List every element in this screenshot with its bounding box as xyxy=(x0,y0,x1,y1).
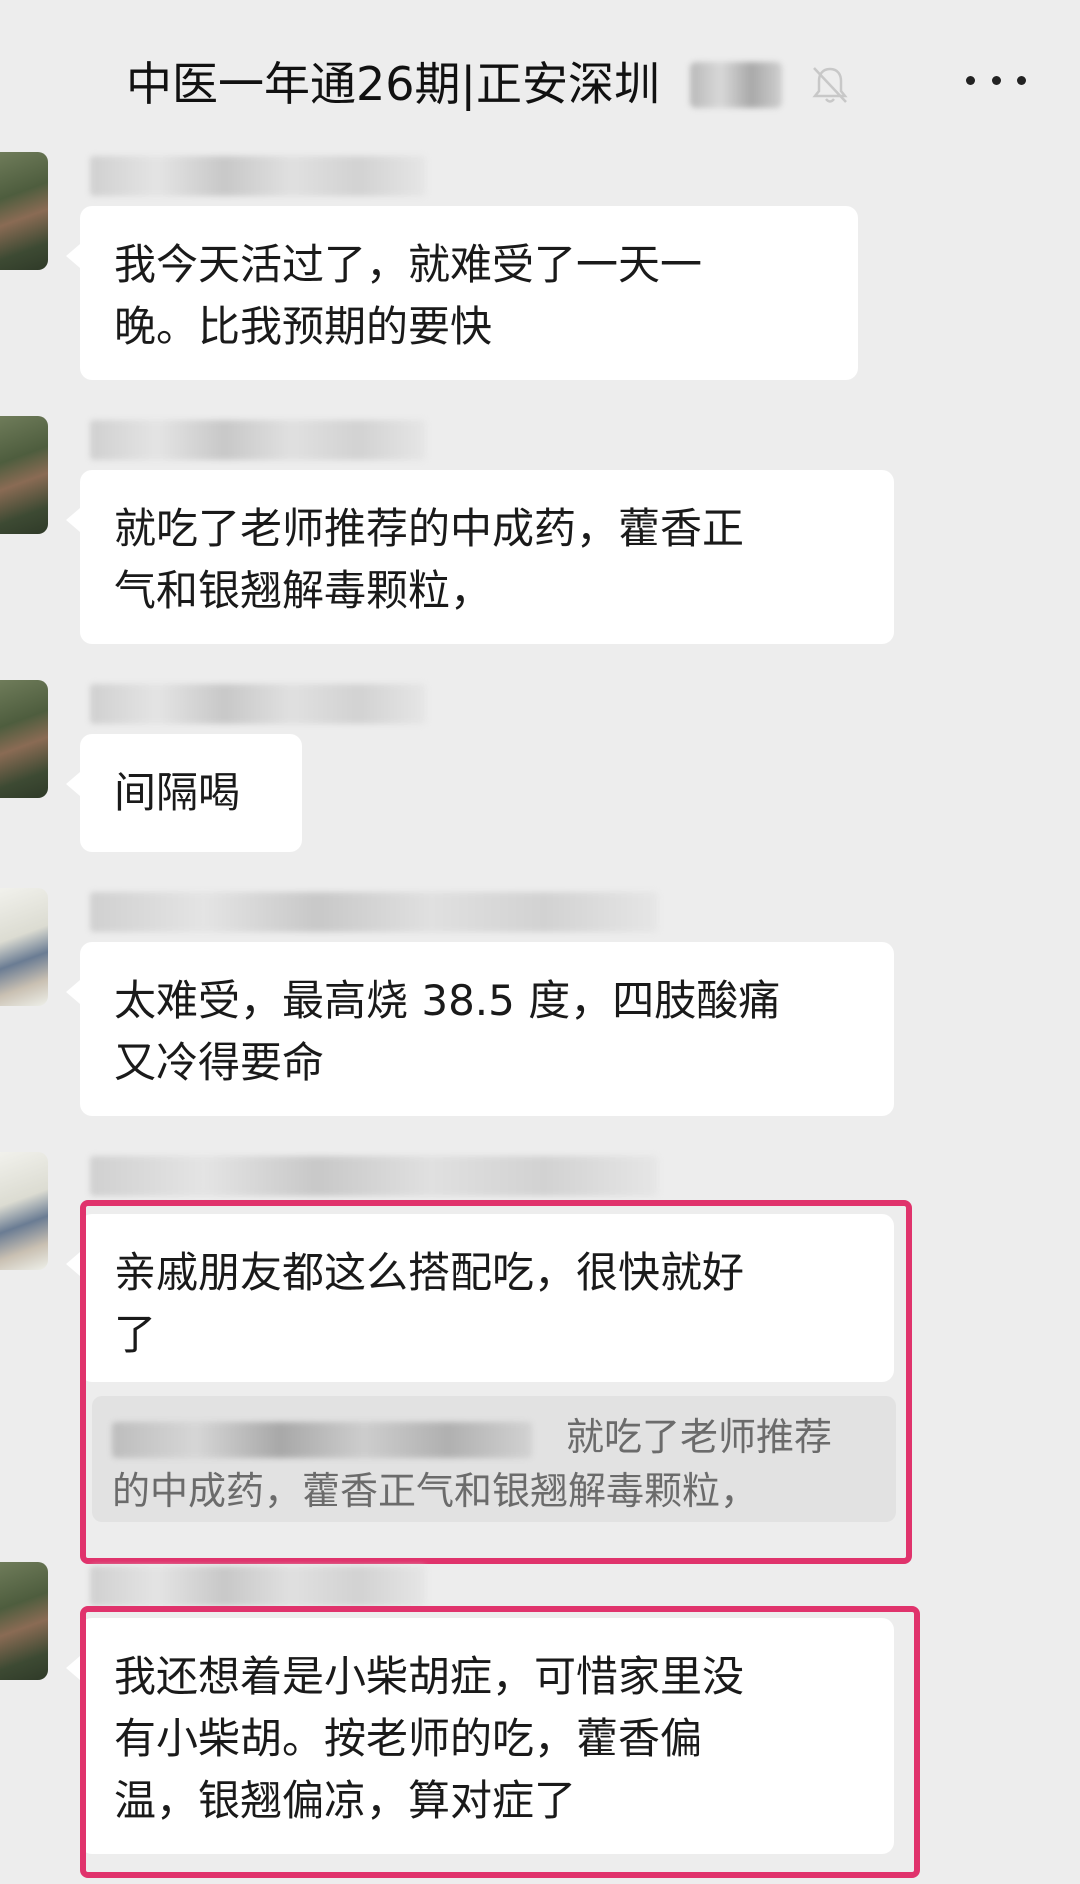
bell-off-icon xyxy=(812,67,848,103)
message-bubble[interactable]: 我今天活过了，就难受了一天一 晚。比我预期的要快 xyxy=(66,206,858,380)
message-text: 我今天活过了，就难受了一天一 晚。比我预期的要快 xyxy=(114,240,703,351)
sender-name-redacted xyxy=(90,156,426,196)
more-dot xyxy=(966,75,975,85)
sender-name-redacted xyxy=(90,1156,658,1196)
highlight-box xyxy=(80,1200,912,1564)
message-text: 间隔喝 xyxy=(114,768,241,817)
sender-name-redacted xyxy=(90,892,658,932)
message-text: 太难受，最高烧 38.5 度，四肢酸痛 又冷得要命 xyxy=(114,976,781,1087)
more-dot xyxy=(991,75,1001,85)
avatar[interactable] xyxy=(0,1562,48,1680)
group-title[interactable]: 中医一年通26期|正安深圳 xyxy=(126,52,660,116)
avatar[interactable] xyxy=(0,152,48,270)
chat-header: 中医一年通26期|正安深圳 xyxy=(0,0,1080,160)
avatar[interactable] xyxy=(0,888,48,1006)
title-redacted xyxy=(690,62,782,108)
more-button[interactable] xyxy=(966,60,1026,100)
avatar[interactable] xyxy=(0,1152,48,1270)
sender-name-redacted xyxy=(90,684,426,724)
avatar[interactable] xyxy=(0,680,48,798)
message-bubble[interactable]: 太难受，最高烧 38.5 度，四肢酸痛 又冷得要命 xyxy=(66,942,894,1116)
message-bubble[interactable]: 就吃了老师推荐的中成药，藿香正 气和银翘解毒颗粒， xyxy=(66,470,894,644)
sender-name-redacted xyxy=(90,420,426,460)
highlight-box xyxy=(80,1606,920,1878)
message-text: 就吃了老师推荐的中成药，藿香正 气和银翘解毒颗粒， xyxy=(114,504,745,615)
more-dot xyxy=(1017,75,1026,85)
avatar[interactable] xyxy=(0,416,48,534)
message-bubble[interactable]: 间隔喝 xyxy=(66,734,302,852)
sender-name-redacted xyxy=(90,1566,426,1606)
